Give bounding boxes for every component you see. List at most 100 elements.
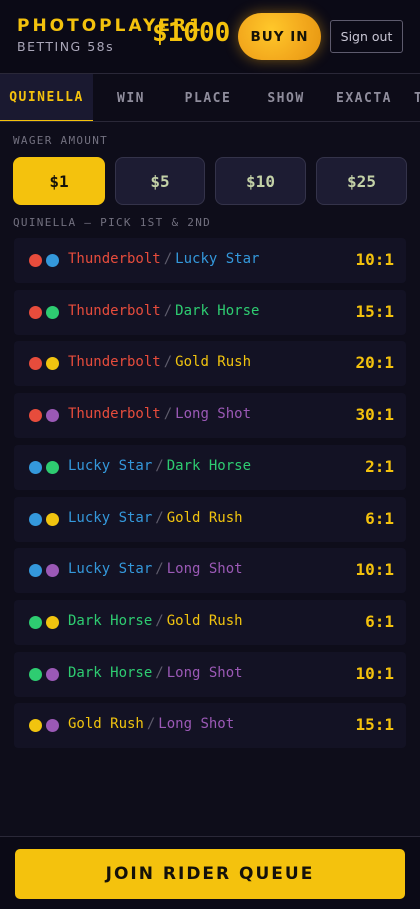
first-horse-name: Dark Horse [68,613,153,629]
second-horse-name: Gold Rush [175,354,252,370]
tab-win[interactable]: WIN [93,74,169,121]
odds-value: 2:1 [365,457,394,476]
pair-separator: / [163,303,173,319]
horse-color-dot [46,306,59,319]
second-horse-name: Long Shot [166,561,243,577]
odds-value: 20:1 [355,353,394,372]
first-horse-name: Gold Rush [68,716,144,732]
wager-amount-label: WAGER AMOUNT [13,134,109,147]
horse-color-dot [29,668,42,681]
first-horse-name: Lucky Star [68,510,153,526]
bet-type-tabs: QUINELLA WIN PLACE SHOW EXACTA TRIFECTA [0,74,420,122]
pair-separator: / [163,354,173,370]
pair-separator: / [155,665,164,681]
second-horse-name: Dark Horse [166,458,252,474]
horse-color-dot [46,357,59,370]
odds-value: 6:1 [365,509,394,528]
odds-value: 30:1 [355,405,394,424]
app-header: PHOTOPLAYER1 BETTING 58s $1000 BUY IN Si… [0,0,420,74]
balance-amount: $1000 [152,18,231,48]
first-horse-name: Thunderbolt [68,406,161,422]
pool-label: QUINELLA — PICK 1ST & 2ND [13,216,212,229]
combination-names: Thunderbolt / Lucky Star [68,251,259,267]
buy-in-button[interactable]: BUY IN [238,13,321,60]
second-horse-name: Gold Rush [166,613,243,629]
pair-separator: / [155,613,164,629]
horse-color-dot [29,513,42,526]
tab-place[interactable]: PLACE [169,74,247,121]
combination-names: Gold Rush / Long Shot [68,716,234,732]
horse-color-dot [46,668,59,681]
combination-row[interactable]: Thunderbolt / Lucky Star 10:1 [14,238,406,283]
wager-1-button[interactable]: $1 [13,157,105,205]
horse-color-dot [29,564,42,577]
odds-value: 10:1 [355,560,394,579]
wager-5-button[interactable]: $5 [115,157,205,205]
pair-separator: / [163,251,173,267]
combination-row[interactable]: Lucky Star / Gold Rush 6:1 [14,497,406,542]
tab-quinella[interactable]: QUINELLA [0,74,93,121]
second-horse-name: Long Shot [158,716,235,732]
second-horse-name: Gold Rush [166,510,243,526]
horse-color-dot [46,719,59,732]
combination-row[interactable]: Gold Rush / Long Shot 15:1 [14,703,406,748]
odds-value: 10:1 [355,250,394,269]
odds-value: 10:1 [355,664,394,683]
tab-trifecta[interactable]: TRIFECTA [407,74,420,121]
combination-names: Lucky Star / Gold Rush [68,510,243,526]
combination-names: Dark Horse / Gold Rush [68,613,243,629]
combination-names: Thunderbolt / Gold Rush [68,354,251,370]
combination-row[interactable]: Lucky Star / Dark Horse 2:1 [14,445,406,490]
betting-countdown: BETTING 58s [17,39,115,54]
pair-separator: / [155,458,164,474]
combination-row[interactable]: Thunderbolt / Long Shot 30:1 [14,393,406,438]
horse-color-dot [46,564,59,577]
combination-row[interactable]: Thunderbolt / Gold Rush 20:1 [14,341,406,386]
horse-color-dot [29,357,42,370]
pair-separator: / [155,561,164,577]
combination-names: Lucky Star / Dark Horse [68,458,251,474]
first-horse-name: Lucky Star [68,561,153,577]
tab-exacta[interactable]: EXACTA [325,74,403,121]
second-horse-name: Long Shot [175,406,252,422]
combination-names: Thunderbolt / Long Shot [68,406,251,422]
horse-color-dot [29,616,42,629]
combination-names: Dark Horse / Long Shot [68,665,243,681]
horse-color-dot [29,461,42,474]
horse-color-dot [46,254,59,267]
horse-color-dot [46,461,59,474]
first-horse-name: Lucky Star [68,458,153,474]
horse-color-dot [29,306,42,319]
first-horse-name: Dark Horse [68,665,153,681]
horse-color-dot [29,409,42,422]
sign-out-button[interactable]: Sign out [330,20,403,53]
second-horse-name: Long Shot [166,665,243,681]
join-rider-queue-button[interactable]: JOIN RIDER QUEUE [15,849,405,899]
horse-color-dot [46,409,59,422]
horse-color-dot [46,513,59,526]
pair-separator: / [163,406,173,422]
horse-color-dot [46,616,59,629]
footer-bar: JOIN RIDER QUEUE [0,836,420,909]
combination-row[interactable]: Dark Horse / Long Shot 10:1 [14,652,406,697]
first-horse-name: Thunderbolt [68,251,161,267]
tab-show[interactable]: SHOW [247,74,325,121]
combination-row[interactable]: Lucky Star / Long Shot 10:1 [14,548,406,593]
wager-25-button[interactable]: $25 [316,157,407,205]
combination-row[interactable]: Dark Horse / Gold Rush 6:1 [14,600,406,645]
pair-separator: / [155,510,164,526]
wager-10-button[interactable]: $10 [215,157,306,205]
odds-value: 6:1 [365,612,394,631]
combination-names: Thunderbolt / Dark Horse [68,303,259,319]
horse-color-dot [29,254,42,267]
first-horse-name: Thunderbolt [68,303,161,319]
second-horse-name: Dark Horse [175,303,260,319]
pair-separator: / [146,716,156,732]
first-horse-name: Thunderbolt [68,354,161,370]
odds-value: 15:1 [355,302,394,321]
second-horse-name: Lucky Star [175,251,260,267]
combination-names: Lucky Star / Long Shot [68,561,243,577]
combination-row[interactable]: Thunderbolt / Dark Horse 15:1 [14,290,406,335]
odds-value: 15:1 [355,715,394,734]
horse-color-dot [29,719,42,732]
